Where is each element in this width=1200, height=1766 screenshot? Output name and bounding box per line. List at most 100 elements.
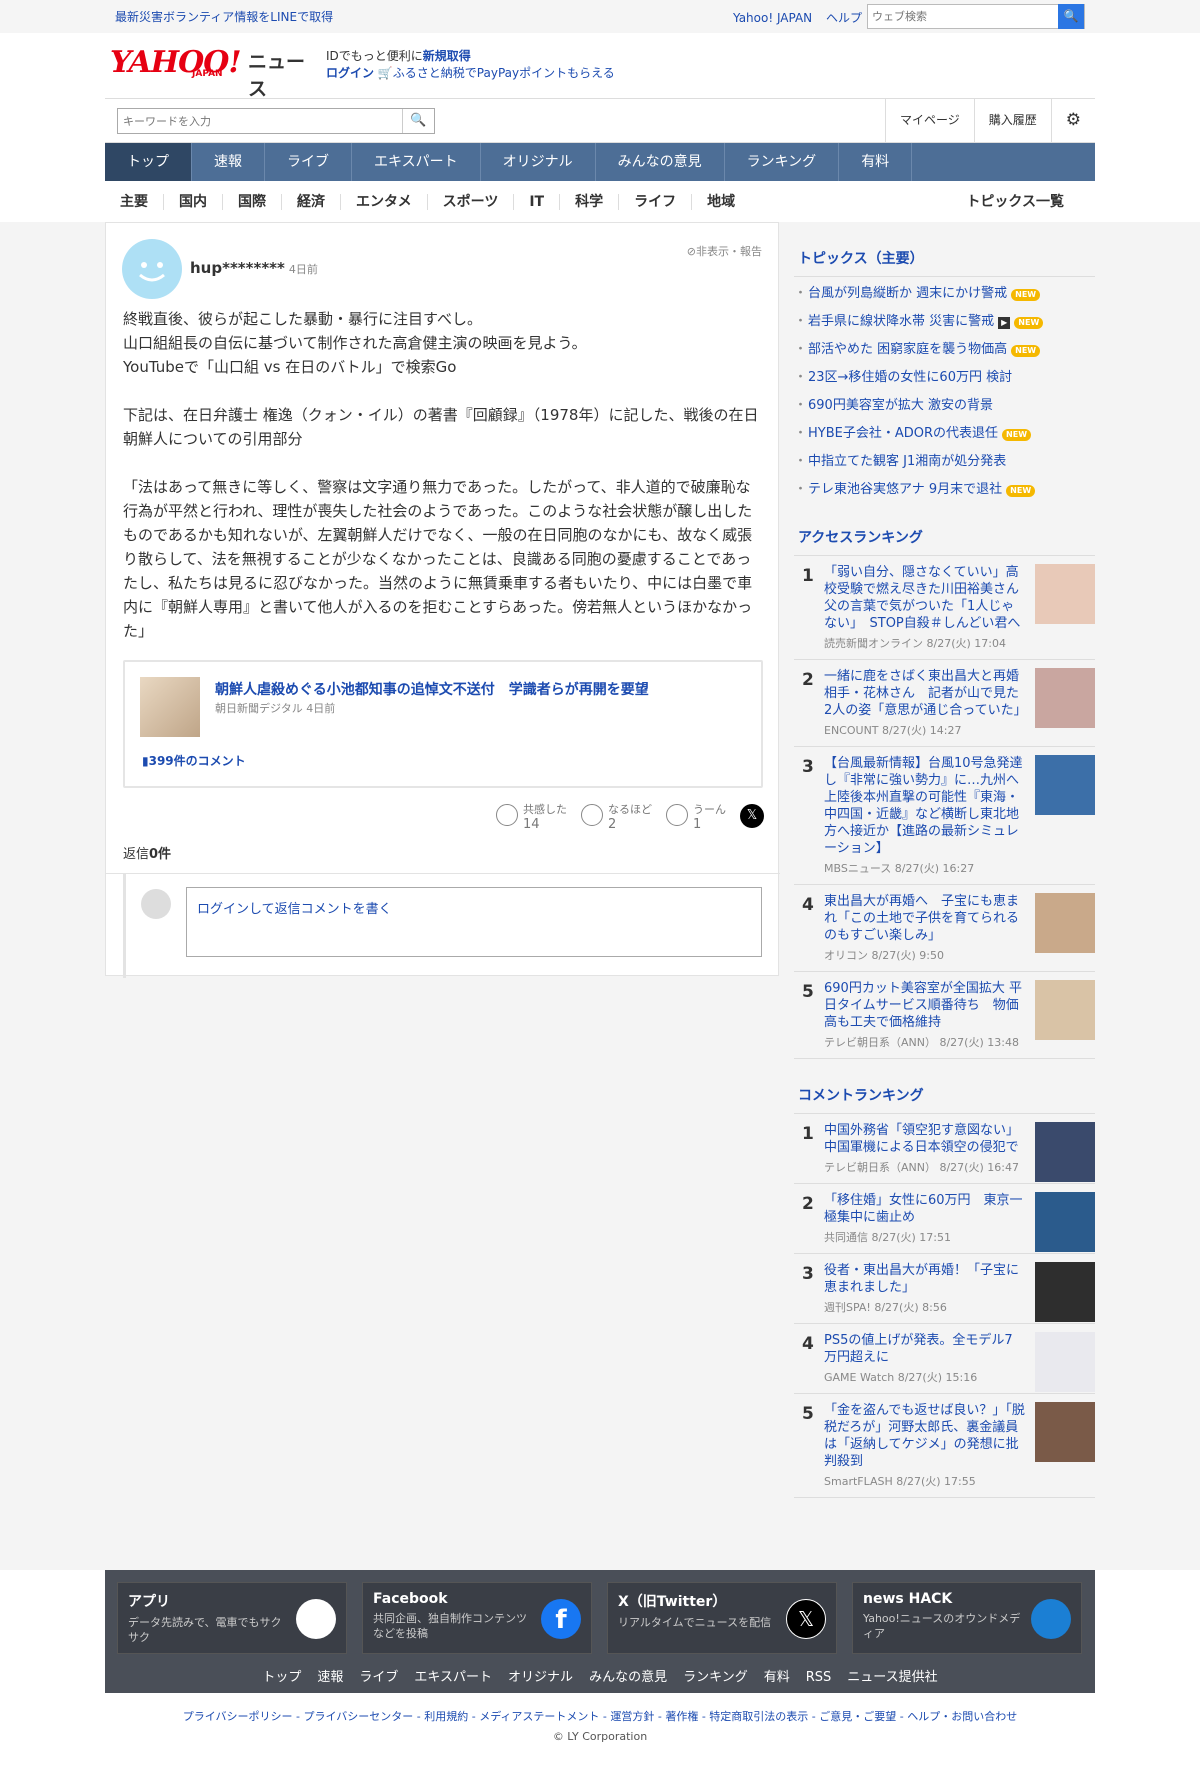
top-links: Yahoo! JAPAN ヘルプ [723,9,862,26]
furusato-link[interactable]: ふるさと納税でPayPayポイントもらえる [393,66,615,80]
reply-count: 返信0件 [123,843,171,862]
comment-line: 終戦直後、彼らが起こした暴動・暴行に注目すべし。 [123,310,482,328]
footer-link[interactable]: ニュース提供社 [847,1670,937,1685]
login-link[interactable]: ログイン [326,66,374,80]
footer-link[interactable]: トップ [262,1670,301,1685]
topic-item[interactable]: テレ東池谷実悠アナ 9月末で退社NEW [794,473,1095,501]
x-share-icon[interactable]: 𝕏 [740,804,764,828]
gear-icon[interactable]: ⚙ [1050,99,1095,142]
tab-opinion[interactable]: みんなの意見 [596,143,725,181]
rank-title: 「金を盗んでも返せば良い？」「脱税だろが」河野太郎氏、裏金議員は「返納してケジメ… [824,1403,1025,1469]
footer-x[interactable]: X（旧Twitter） リアルタイムでニュースを配信 𝕏 [607,1582,837,1654]
search-icon[interactable]: 🔍 [1058,4,1084,29]
comment-author[interactable]: hup******** 4日前 [190,259,318,277]
new-badge: NEW [1002,429,1032,441]
cat-local[interactable]: 地域 [692,194,750,210]
topics-list-link[interactable]: トピックス一覧 [951,194,1079,210]
cat-world[interactable]: 国際 [223,194,282,210]
tab-ranking[interactable]: ランキング [725,143,840,181]
tab-live[interactable]: ライブ [265,143,352,181]
purchase-history-link[interactable]: 購入履歴 [973,99,1051,142]
topic-item[interactable]: 台風が列島縦断か 週末にかけ警戒NEW [794,277,1095,305]
footer-link[interactable]: みんなの意見 [589,1670,667,1685]
rank-title: 東出昌大が再婚へ 子宝にも恵まれ「この土地で子供を育てられるのもすごい楽しみ」 [824,894,1020,943]
footer-link[interactable]: ランキング [683,1670,748,1685]
footer-link[interactable]: エキスパート [414,1670,492,1685]
thinking-face-icon [666,804,688,826]
rank-thumbnail [1035,1332,1095,1392]
cat-main[interactable]: 主要 [105,194,164,210]
ranking-item[interactable]: 3 役者・東出昌大が再婚！「子宝に恵まれました」 週刊SPA! 8/27(火) 8:… [794,1254,1095,1324]
article-title[interactable]: 朝鮮人虐殺めぐる小池都知事の追悼文不送付 学識者らが再開を要望 [215,679,649,699]
cat-life[interactable]: ライフ [619,194,693,210]
topic-item[interactable]: 23区→移住婚の女性に60万円 検討 [794,361,1095,389]
reaction-hmm[interactable]: うーん 1 [666,801,726,832]
lightbulb-face-icon [581,804,603,826]
ranking-item[interactable]: 3 【台風最新情報】台風10号急発達し『非常に強い勢力』に…九州へ上陸後本州直撃の… [794,747,1095,885]
article-comments-link[interactable]: ▮399件のコメント [142,752,246,769]
disaster-line-link[interactable]: 最新災害ボランティア情報をLINEで取得 [115,8,333,25]
ranking-item[interactable]: 5 「金を盗んでも返せば良い？」「脱税だろが」河野太郎氏、裏金議員は「返納してケジ… [794,1394,1095,1498]
ranking-item[interactable]: 4 PS5の値上げが発表。全モデル7万円超えに GAME Watch 8/27(火)… [794,1324,1095,1394]
rank-thumbnail [1035,564,1095,624]
legal-links[interactable]: プライバシーポリシー - プライバシーセンター - 利用規約 - メディアステー… [0,1708,1200,1724]
ranking-item[interactable]: 2 「移住婚」女性に60万円 東京一極集中に歯止め共同通信 8/27(火) 17:… [794,1184,1095,1254]
reaction-empathy[interactable]: 共感した 14 [496,801,567,832]
tab-paid[interactable]: 有料 [839,143,913,181]
ranking-item[interactable]: 1 「弱い自分、隠さなくていい」高校受験で燃え尽きた川田裕美さん 父の言葉で気がつ… [794,556,1095,660]
ranking-item[interactable]: 5 690円カット美容室が全国拡大 平日タイムサービス順番待ち 物価高も工夫で価格… [794,972,1095,1059]
rank-number: 2 [802,1194,814,1214]
reply-area: ログインして返信コメントを書く [106,873,780,978]
footer-link[interactable]: オリジナル [508,1670,573,1685]
cat-economy[interactable]: 経済 [282,194,341,210]
ranking-item[interactable]: 2 一緒に鹿をさばく東出昌大と再婚相手・花林さん 記者が山で見た2人の姿「意思が通… [794,660,1095,747]
topic-text: テレ東池谷実悠アナ 9月末で退社 [808,482,1003,497]
cat-science[interactable]: 科学 [560,194,620,210]
cat-entertainment[interactable]: エンタメ [341,194,428,210]
topic-item[interactable]: 岩手県に線状降水帯 災害に警戒▶NEW [794,305,1095,333]
tab-breaking[interactable]: 速報 [192,143,265,181]
yahoo-japan-link[interactable]: Yahoo! JAPAN [733,11,812,25]
reply-input[interactable]: ログインして返信コメントを書く [186,887,762,957]
article-card[interactable]: 朝鮮人虐殺めぐる小池都知事の追悼文不送付 学識者らが再開を要望 朝日新聞デジタル… [123,660,763,788]
topic-item[interactable]: 部活やめた 困窮家庭を襲う物価高NEW [794,333,1095,361]
topic-item[interactable]: 中指立てた観客 J1湘南が処分発表 [794,445,1095,473]
cat-it[interactable]: IT [514,194,561,210]
signup-link[interactable]: 新規取得 [423,49,471,63]
rank-thumbnail [1035,668,1095,728]
rank-meta: 共同通信 8/27(火) 17:51 [824,1231,951,1244]
footer-newshack[interactable]: news HACK Yahoo!ニュースのオウンドメディア [852,1582,1082,1654]
cat-sports[interactable]: スポーツ [428,194,515,210]
footer-facebook[interactable]: Facebook 共同企画、独自制作コンテンツなどを投稿 f [362,1582,592,1654]
web-search-input[interactable] [868,5,1058,28]
footer-link[interactable]: RSS [806,1670,832,1685]
web-search-box: 🔍 [867,4,1085,29]
ban-icon: ⊘ [686,245,696,258]
topic-item[interactable]: HYBE子会社・ADORの代表退任NEW [794,417,1095,445]
footer-link[interactable]: 有料 [764,1670,790,1685]
yahoo-news-logo[interactable]: YAHOO! JAPAN ニュース [110,45,315,100]
tab-original[interactable]: オリジナル [481,143,596,181]
avatar [122,239,182,299]
cart-icon: 🛒 [377,66,393,80]
comment-body: 終戦直後、彼らが起こした暴動・暴行に注目すべし。 山口組組長の自伝に基づいて制作さ… [123,307,763,667]
reaction-insight[interactable]: なるほど 2 [581,801,652,832]
tab-expert[interactable]: エキスパート [352,143,481,181]
footer-link[interactable]: ライブ [359,1670,398,1685]
topic-item[interactable]: 690円美容室が拡大 激安の背景 [794,389,1095,417]
footer-link[interactable]: 速報 [317,1670,343,1685]
rank-number: 1 [802,566,814,586]
cat-domestic[interactable]: 国内 [164,194,223,210]
logo-jp: JAPAN [192,69,223,79]
search-icon[interactable]: 🔍 [402,109,434,133]
id-promo-text: IDでもっと便利に [326,49,423,63]
rank-title: 「移住婚」女性に60万円 東京一極集中に歯止め [824,1193,1023,1225]
hide-report-link[interactable]: ⊘非表示・報告 [687,243,762,259]
tab-top[interactable]: トップ [105,143,192,181]
ranking-item[interactable]: 4 東出昌大が再婚へ 子宝にも恵まれ「この土地で子供を育てられるのもすごい楽しみ」… [794,885,1095,972]
keyword-input[interactable] [118,109,398,133]
ranking-item[interactable]: 1 中国外務省「領空犯す意図ない」 中国軍機による日本領空の侵犯で テレビ朝日系（A… [794,1114,1095,1184]
mypage-link[interactable]: マイページ [884,99,974,142]
help-link[interactable]: ヘルプ [826,11,862,25]
footer-app[interactable]: アプリ データ先読みで、電車でもサクサク [117,1582,347,1654]
